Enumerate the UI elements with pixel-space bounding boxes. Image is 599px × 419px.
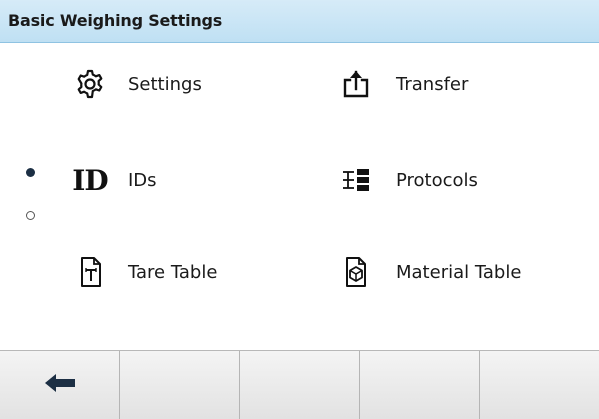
title-bar: Basic Weighing Settings (0, 0, 599, 43)
menu-item-label: Settings (128, 73, 202, 95)
menu-item-label: Material Table (396, 261, 522, 283)
softkey-2[interactable] (120, 351, 240, 419)
menu-item-settings[interactable]: Settings (72, 58, 202, 110)
menu-item-ids[interactable]: ID IDs (72, 154, 157, 206)
back-arrow-icon (43, 372, 77, 398)
page-title: Basic Weighing Settings (8, 11, 223, 30)
menu-item-transfer[interactable]: Transfer (338, 58, 468, 110)
page-indicator-active (26, 168, 35, 177)
page-indicator-inactive[interactable] (26, 211, 35, 220)
softkey-3[interactable] (240, 351, 360, 419)
menu-item-label: Protocols (396, 169, 478, 191)
menu-item-label: Transfer (396, 73, 469, 95)
menu-item-material-table[interactable]: Material Table (338, 246, 521, 298)
id-icon: ID (72, 162, 108, 198)
material-table-icon (338, 254, 374, 290)
protocols-icon (338, 162, 374, 198)
gear-icon (72, 66, 108, 102)
screen: Basic Weighing Settings Settings Transfe… (0, 0, 599, 419)
softkey-4[interactable] (360, 351, 480, 419)
upload-icon (338, 66, 374, 102)
back-softkey[interactable] (0, 351, 120, 419)
menu-item-label: Tare Table (128, 261, 218, 283)
tare-table-icon (72, 254, 108, 290)
menu-item-protocols[interactable]: Protocols (338, 154, 478, 206)
menu-item-tare-table[interactable]: Tare Table (72, 246, 217, 298)
id-glyph: ID (72, 163, 108, 197)
softkey-bar (0, 350, 599, 419)
softkey-5[interactable] (480, 351, 599, 419)
menu-item-label: IDs (128, 169, 157, 191)
